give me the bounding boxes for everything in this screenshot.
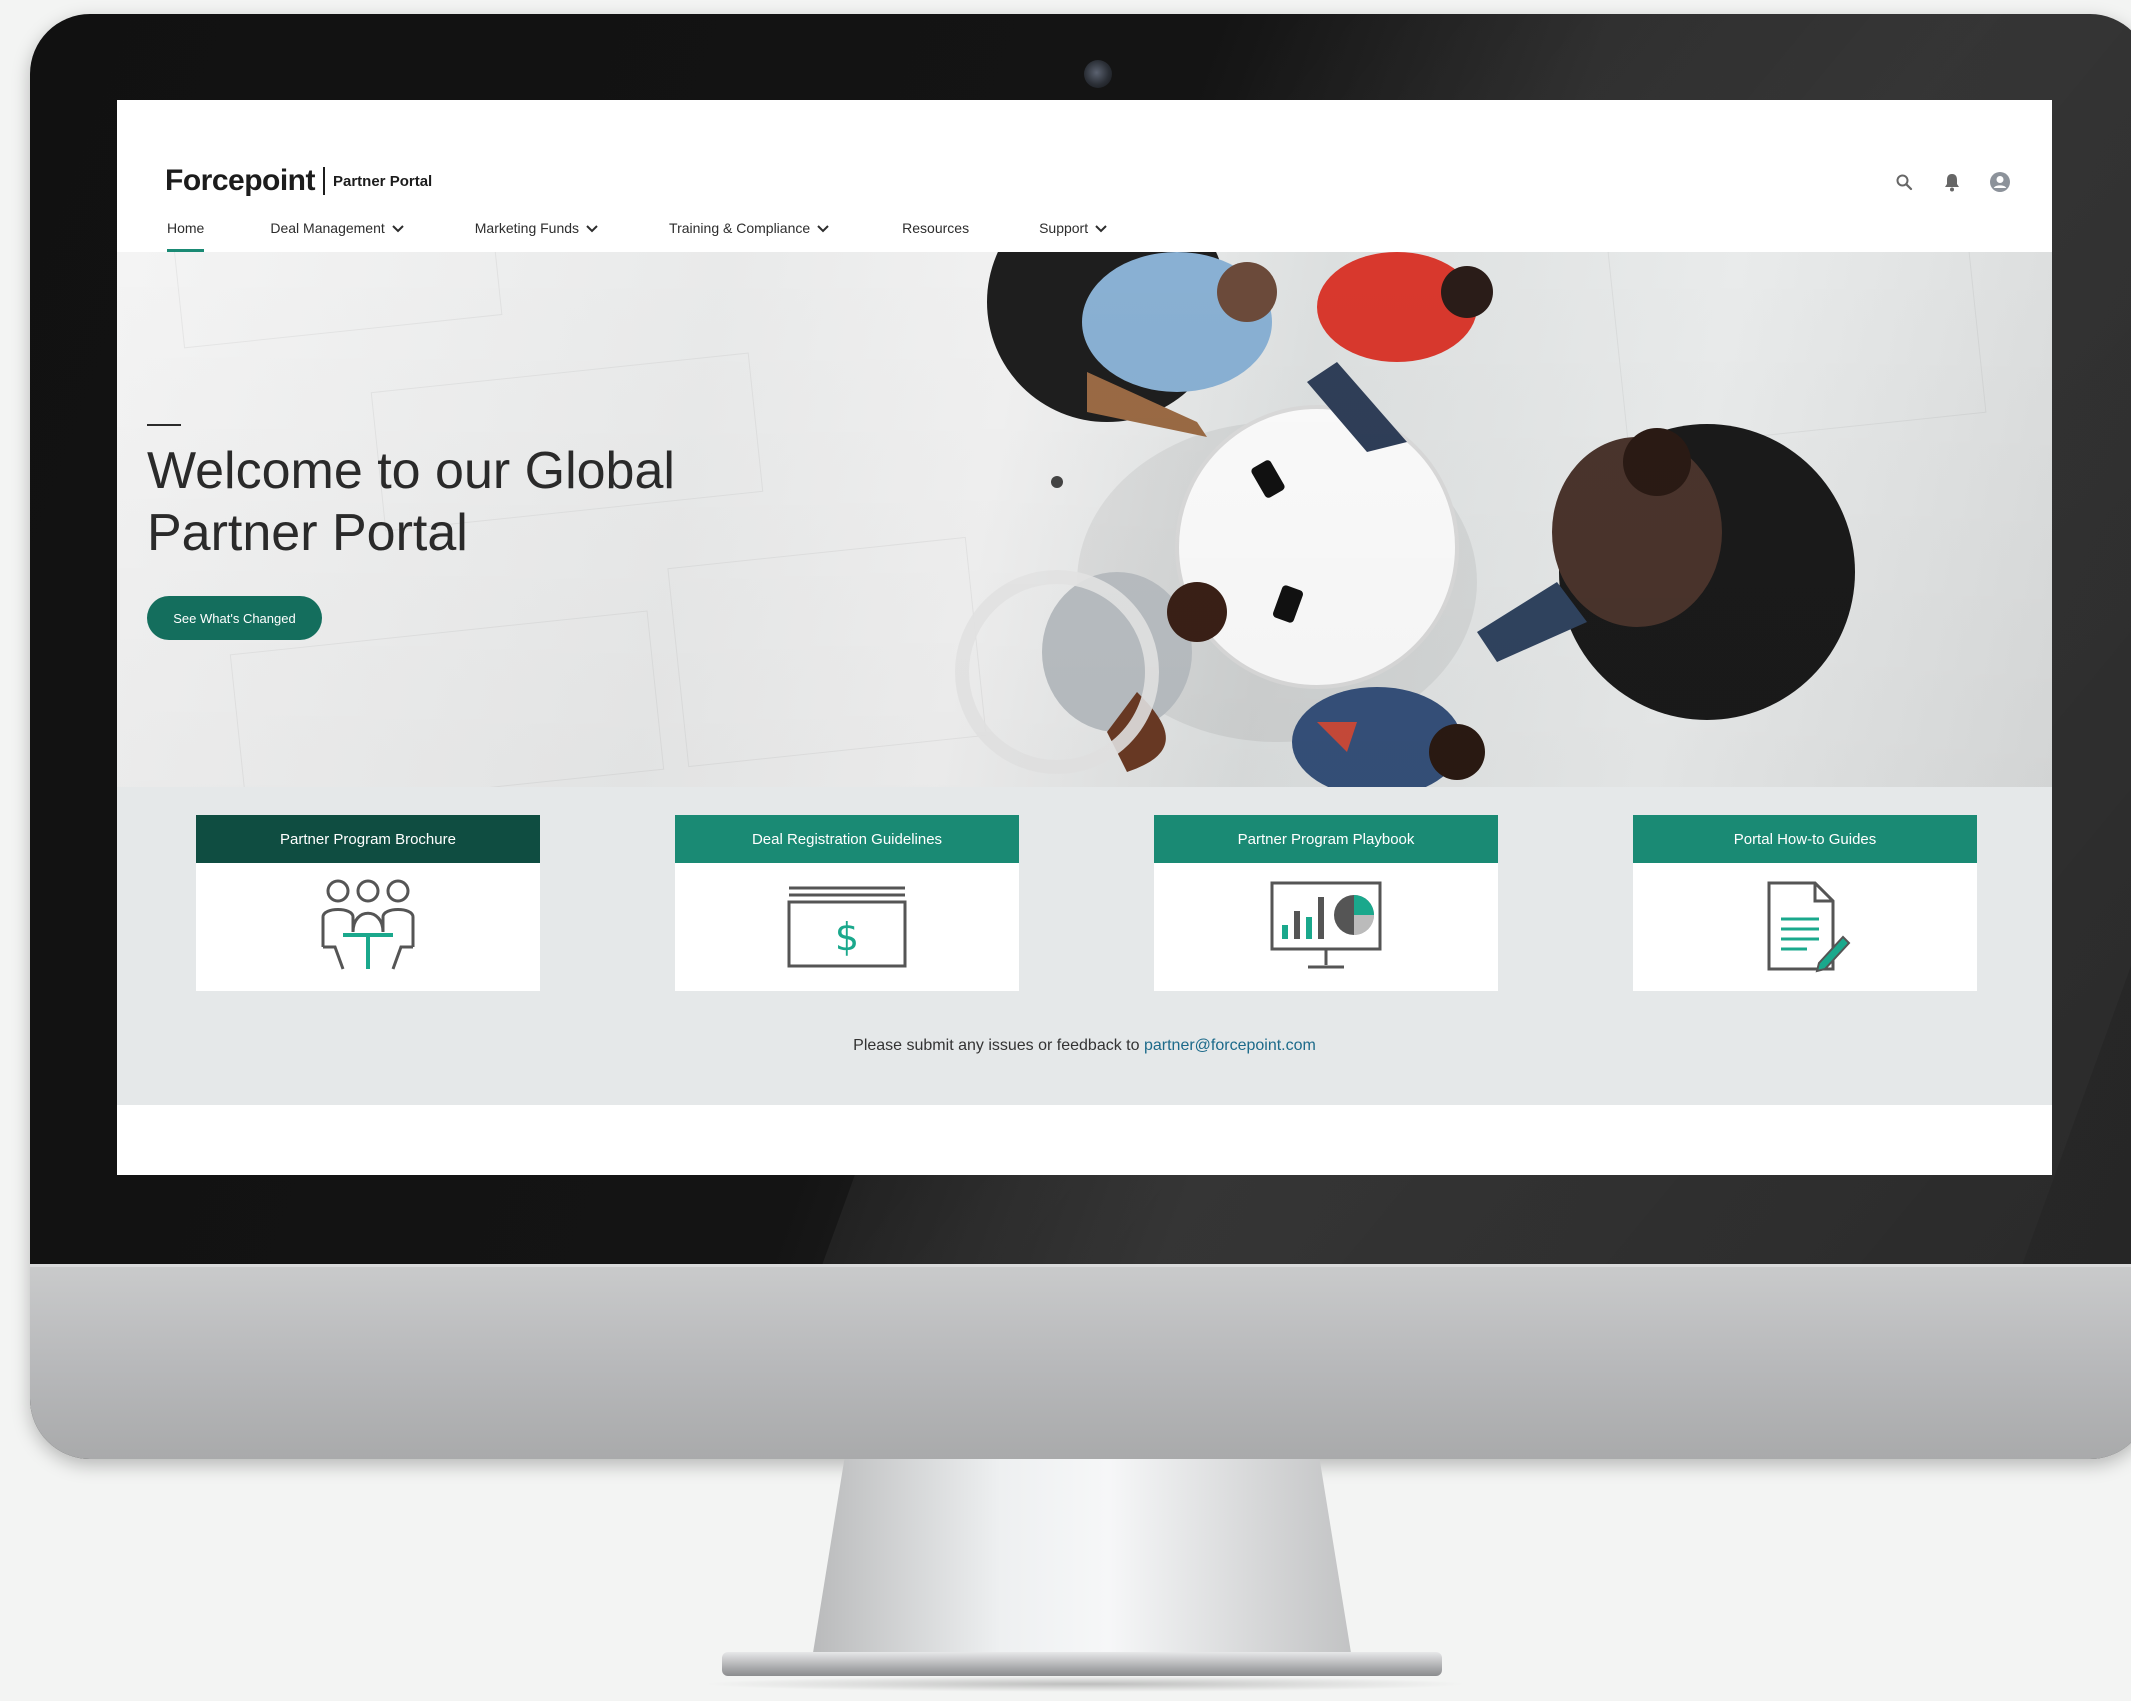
dollar-document-icon: $ <box>787 886 907 968</box>
feedback-email-link[interactable]: partner@forcepoint.com <box>1144 1037 1316 1054</box>
bell-icon[interactable] <box>1940 170 1964 194</box>
chevron-down-icon <box>1095 225 1107 233</box>
quick-links: Partner Program Brochure Deal Registrati… <box>117 787 2052 1105</box>
card-icon-wrap <box>196 863 540 991</box>
search-icon[interactable] <box>1892 170 1916 194</box>
feedback-note: Please submit any issues or feedback to … <box>117 1037 2052 1055</box>
card-title: Deal Registration Guidelines <box>675 815 1019 863</box>
nav-marketing-funds[interactable]: Marketing Funds <box>475 220 599 252</box>
hero-banner: Welcome to our Global Partner Portal See… <box>117 252 2052 787</box>
card-title: Portal How-to Guides <box>1633 815 1977 863</box>
card-partner-program-brochure[interactable]: Partner Program Brochure <box>196 815 540 991</box>
chevron-down-icon <box>586 225 598 233</box>
nav-home[interactable]: Home <box>167 220 205 252</box>
monitor-stand <box>812 1459 1352 1659</box>
logo[interactable]: Forcepoint Partner Portal <box>165 164 432 198</box>
portal-label: Partner Portal <box>333 172 433 190</box>
monitor-chin <box>30 1264 2131 1459</box>
nav-label: Marketing Funds <box>474 220 580 236</box>
svg-text:$: $ <box>835 915 859 959</box>
page-footer-space <box>117 1105 2052 1175</box>
logo-divider <box>323 167 325 195</box>
chart-monitor-icon <box>1270 881 1382 969</box>
top-bar: Forcepoint Partner Portal Home Deal Mana… <box>117 100 2052 252</box>
card-icon-wrap <box>1154 863 1498 991</box>
camera-icon <box>1084 60 1112 88</box>
nav-label: Home <box>167 220 205 236</box>
hero-title-line: Welcome to our Global <box>147 442 675 500</box>
main-nav: Home Deal Management Marketing Funds Tra… <box>167 220 1108 252</box>
user-avatar-icon[interactable] <box>1988 170 2012 194</box>
nav-resources[interactable]: Resources <box>902 220 969 252</box>
monitor-stand-base <box>722 1652 1442 1676</box>
nav-deal-management[interactable]: Deal Management <box>270 220 404 252</box>
header-icons <box>1892 170 2012 194</box>
stand-shadow <box>700 1676 1470 1692</box>
card-title: Partner Program Playbook <box>1154 815 1498 863</box>
card-portal-how-to-guides[interactable]: Portal How-to Guides <box>1633 815 1977 991</box>
hero-title: Welcome to our Global Partner Portal <box>147 440 847 564</box>
nav-label: Support <box>1039 220 1089 236</box>
card-icon-wrap <box>1633 863 1977 991</box>
nav-label: Resources <box>902 220 970 236</box>
people-meeting-icon <box>321 879 415 970</box>
nav-support[interactable]: Support <box>1039 220 1108 252</box>
nav-training-compliance[interactable]: Training & Compliance <box>669 220 830 252</box>
nav-label: Deal Management <box>270 220 385 236</box>
hero-dash <box>147 424 181 426</box>
document-pen-icon <box>1767 881 1851 973</box>
card-title: Partner Program Brochure <box>196 815 540 863</box>
card-partner-program-playbook[interactable]: Partner Program Playbook <box>1154 815 1498 991</box>
nav-label: Training & Compliance <box>669 220 811 236</box>
chevron-down-icon <box>392 225 404 233</box>
logo-wordmark: Forcepoint <box>165 164 316 197</box>
screen: Forcepoint Partner Portal Home Deal Mana… <box>117 100 2052 1175</box>
chevron-down-icon <box>817 225 829 233</box>
hero-title-line: Partner Portal <box>147 504 468 562</box>
card-deal-registration-guidelines[interactable]: Deal Registration Guidelines $ <box>675 815 1019 991</box>
card-icon-wrap: $ <box>675 863 1019 991</box>
feedback-text: Please submit any issues or feedback to <box>853 1037 1140 1054</box>
see-whats-changed-button[interactable]: See What's Changed <box>147 596 322 640</box>
